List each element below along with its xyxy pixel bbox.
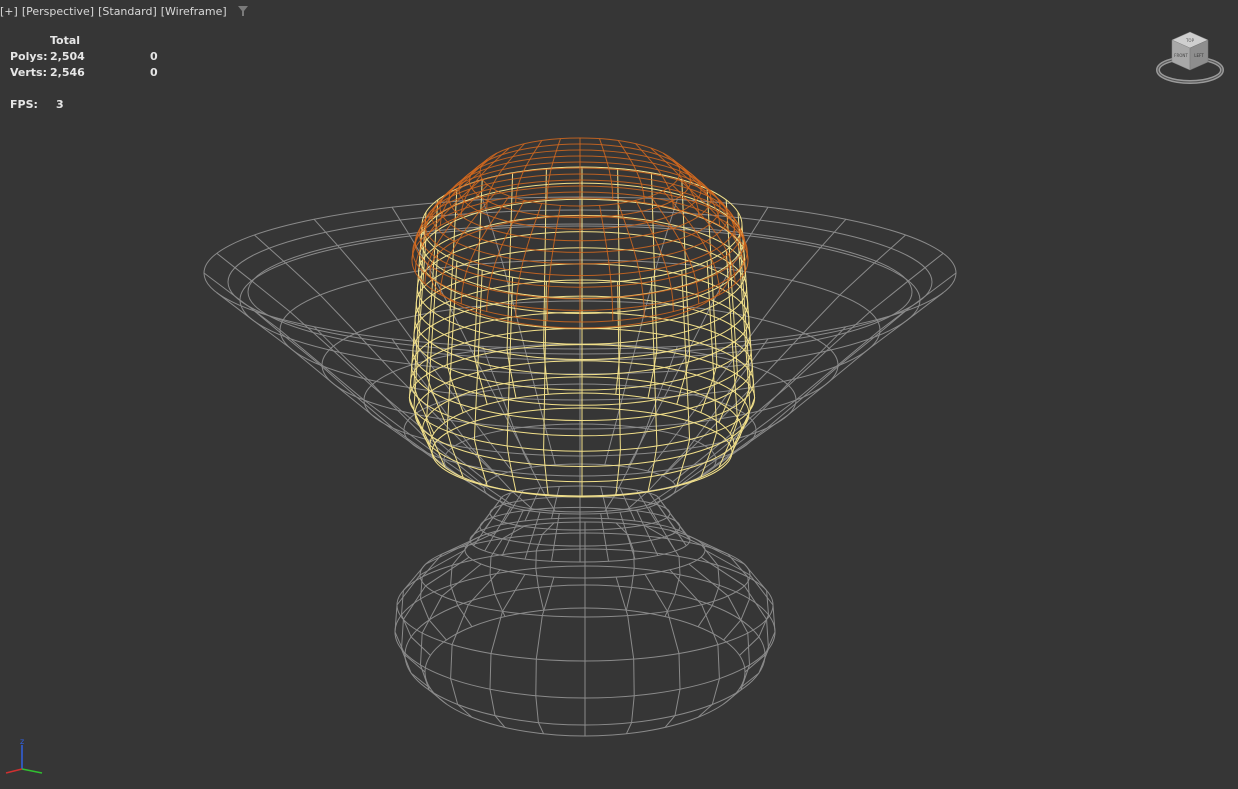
- viewport-label-menu: [+] [Perspective] [Standard] [Wireframe]: [0, 3, 249, 19]
- cup-meridian: [729, 212, 751, 434]
- stem-meridian: [551, 513, 560, 562]
- base-meridian: [489, 573, 526, 728]
- base-meridian: [450, 569, 501, 718]
- base-meridian: [669, 569, 720, 718]
- verts-selected: 0: [150, 66, 158, 79]
- stem-meridian: [600, 513, 609, 562]
- fps-value: 3: [56, 98, 64, 111]
- 3d-viewport[interactable]: [+] [Perspective] [Standard] [Wireframe]…: [0, 0, 1238, 789]
- stem-meridian: [619, 511, 636, 560]
- viewcube-icon[interactable]: TOP FRONT LEFT: [1154, 30, 1226, 92]
- viewport-menu-standard[interactable]: [Standard]: [98, 5, 157, 18]
- base-meridian: [615, 576, 635, 735]
- polys-label: Polys:: [10, 50, 48, 63]
- viewport-menu-plus[interactable]: [+]: [0, 5, 18, 18]
- viewcube-top-label: TOP: [1185, 38, 1195, 43]
- fps-label: FPS:: [10, 98, 38, 111]
- funnel-icon[interactable]: [237, 5, 249, 17]
- polys-selected: 0: [150, 50, 158, 63]
- base-meridian: [400, 556, 470, 689]
- viewport-menu-wireframe[interactable]: [Wireframe]: [161, 5, 227, 18]
- axis-tripod: z: [0, 735, 52, 783]
- viewcube-front-label: FRONT: [1174, 53, 1188, 58]
- base-meridian: [535, 576, 555, 735]
- viewport-menu-perspective[interactable]: [Perspective]: [22, 5, 94, 18]
- verts-label: Verts:: [10, 66, 48, 79]
- polys-total: 2,504: [50, 50, 85, 63]
- stats-header-total: Total: [50, 34, 81, 47]
- base-meridian: [700, 556, 770, 689]
- verts-total: 2,546: [50, 66, 85, 79]
- z-axis-label: z: [20, 737, 24, 746]
- viewcube-left-label: LEFT: [1194, 53, 1204, 58]
- y-axis-line: [21, 768, 43, 774]
- base-meridian: [644, 573, 681, 728]
- wireframe-scene[interactable]: [0, 0, 1238, 789]
- x-axis-line: [5, 768, 23, 774]
